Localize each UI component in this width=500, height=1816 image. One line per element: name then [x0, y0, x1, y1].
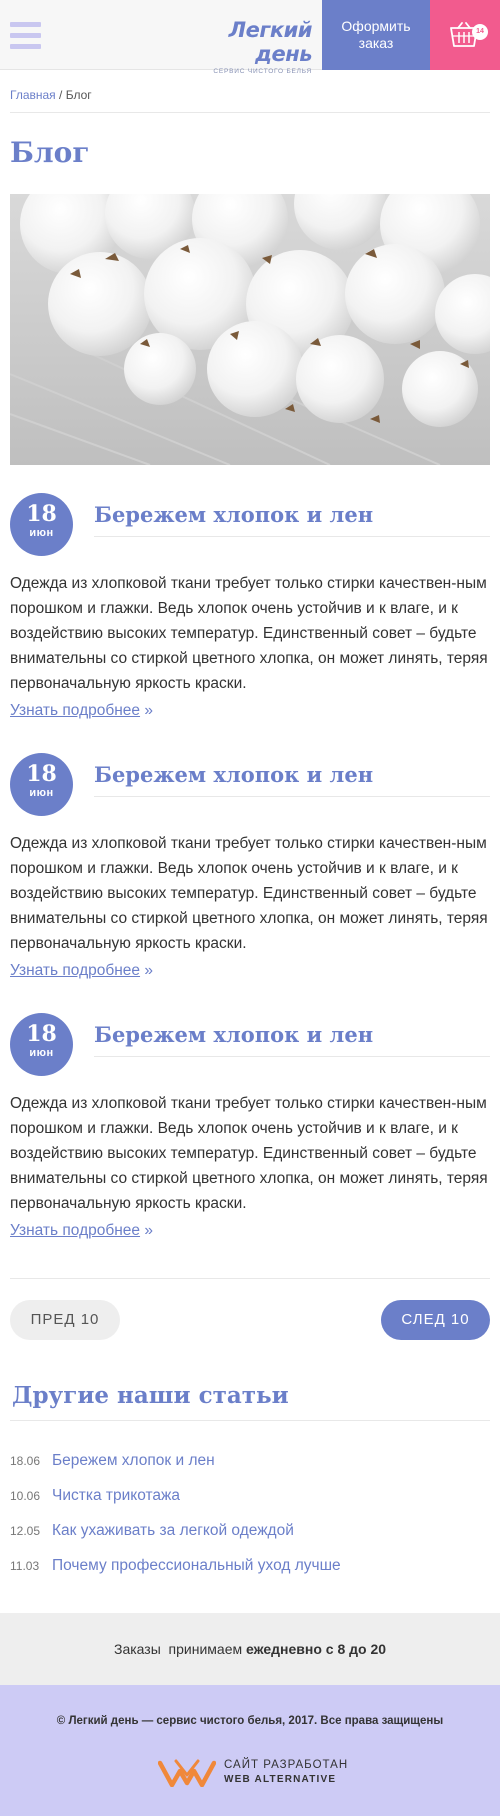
date-month: июн: [29, 1047, 54, 1059]
date-badge: 18 июн: [10, 493, 73, 556]
web-alternative-logo-icon: [158, 1759, 216, 1787]
hero-cotton-image: [10, 194, 490, 465]
date-day: 18: [26, 1021, 57, 1047]
list-item-date: 11.03: [10, 1558, 40, 1573]
other-articles-list: 18.06 Бережем хлопок и лен 10.06 Чистка …: [10, 1443, 490, 1583]
divider: [10, 112, 490, 113]
list-item: 18.06 Бережем хлопок и лен: [10, 1443, 490, 1478]
read-more-arrow: »: [140, 702, 153, 719]
cart-count-badge: 14: [472, 24, 488, 40]
divider: [10, 1420, 490, 1421]
divider: [94, 796, 490, 797]
page-title: Блог: [10, 136, 90, 169]
article-excerpt: Одежда из хлопковой ткани требует только…: [10, 835, 488, 952]
list-item: 12.05 Как ухаживать за легкой одеждой: [10, 1513, 490, 1548]
divider: [94, 1056, 490, 1057]
copyright-text: © Легкий день — сервис чистого белья, 20…: [56, 1715, 444, 1727]
working-hours-prefix: Заказы принимаем: [113, 1641, 246, 1657]
article-excerpt: Одежда из хлопковой ткани требует только…: [10, 575, 488, 692]
article-card: 18 июн Бережем хлопок и лен Одежда из хл…: [0, 493, 500, 753]
logo-subtitle: СЕРВИС ЧИСТОГО БЕЛЬЯ: [213, 68, 312, 75]
developer-credit[interactable]: САЙТ РАЗРАБОТАН WEB ALTERNATIVE: [158, 1755, 348, 1791]
read-more-link[interactable]: Узнать подробнее »: [10, 962, 153, 980]
date-day: 18: [26, 761, 57, 787]
breadcrumb: Главная / Блог: [10, 88, 92, 102]
date-day: 18: [26, 501, 57, 527]
prev-page-button[interactable]: ПРЕД 10: [10, 1300, 120, 1340]
site-footer: © Легкий день — сервис чистого белья, 20…: [0, 1685, 500, 1816]
working-hours-bar: Заказы принимаем ежедневно с 8 до 20: [0, 1613, 500, 1685]
date-month: июн: [29, 527, 54, 539]
article-title[interactable]: Бережем хлопок и лен: [94, 502, 373, 527]
date-badge: 18 июн: [10, 753, 73, 816]
breadcrumb-separator: /: [55, 88, 66, 102]
order-button-label: Оформить заказ: [341, 18, 411, 51]
date-month: июн: [29, 787, 54, 799]
read-more-arrow: »: [140, 1222, 153, 1239]
read-more-link[interactable]: Узнать подробнее »: [10, 1222, 153, 1240]
order-button[interactable]: Оформить заказ: [322, 0, 430, 70]
article-excerpt: Одежда из хлопковой ткани требует только…: [10, 1095, 488, 1212]
other-articles-title: Другие наши статьи: [12, 1382, 289, 1409]
read-more-label[interactable]: Узнать подробнее: [10, 1222, 140, 1239]
list-item: 11.03 Почему профессиональный уход лучше: [10, 1548, 490, 1583]
site-logo[interactable]: Легкий день СЕРВИС ЧИСТОГО БЕЛЬЯ: [186, 18, 312, 75]
divider: [94, 536, 490, 537]
divider: [10, 1278, 490, 1279]
date-badge: 18 июн: [10, 1013, 73, 1076]
breadcrumb-home-link[interactable]: Главная: [10, 88, 56, 102]
read-more-link[interactable]: Узнать подробнее »: [10, 702, 153, 720]
read-more-label[interactable]: Узнать подробнее: [10, 702, 140, 719]
article-card: 18 июн Бережем хлопок и лен Одежда из хл…: [0, 753, 500, 1013]
cart-button[interactable]: [430, 0, 500, 70]
article-card: 18 июн Бережем хлопок и лен Одежда из хл…: [0, 1013, 500, 1273]
list-item-link[interactable]: Бережем хлопок и лен: [52, 1452, 215, 1470]
article-title[interactable]: Бережем хлопок и лен: [94, 762, 373, 787]
list-item-date: 12.05: [10, 1523, 41, 1538]
read-more-arrow: »: [140, 962, 153, 979]
developer-name: WEB ALTERNATIVE: [224, 1774, 337, 1785]
logo-title: Легкий день: [228, 18, 313, 66]
list-item: 10.06 Чистка трикотажа: [10, 1478, 490, 1513]
list-item-date: 18.06: [10, 1453, 41, 1468]
hamburger-menu-icon[interactable]: [10, 22, 41, 49]
list-item-link[interactable]: Чистка трикотажа: [52, 1487, 180, 1505]
working-hours-value: ежедневно с 8 до 20: [246, 1641, 387, 1657]
read-more-label[interactable]: Узнать подробнее: [10, 962, 140, 979]
developer-credit-label: САЙТ РАЗРАБОТАН: [224, 1759, 349, 1771]
list-item-link[interactable]: Как ухаживать за легкой одеждой: [52, 1522, 294, 1540]
breadcrumb-current: Блог: [65, 88, 92, 102]
site-header: Легкий день СЕРВИС ЧИСТОГО БЕЛЬЯ Оформит…: [0, 0, 500, 75]
list-item-date: 10.06: [10, 1488, 41, 1503]
next-page-button[interactable]: СЛЕД 10: [381, 1300, 490, 1340]
article-title[interactable]: Бережем хлопок и лен: [94, 1022, 373, 1047]
list-item-link[interactable]: Почему профессиональный уход лучше: [52, 1557, 341, 1575]
